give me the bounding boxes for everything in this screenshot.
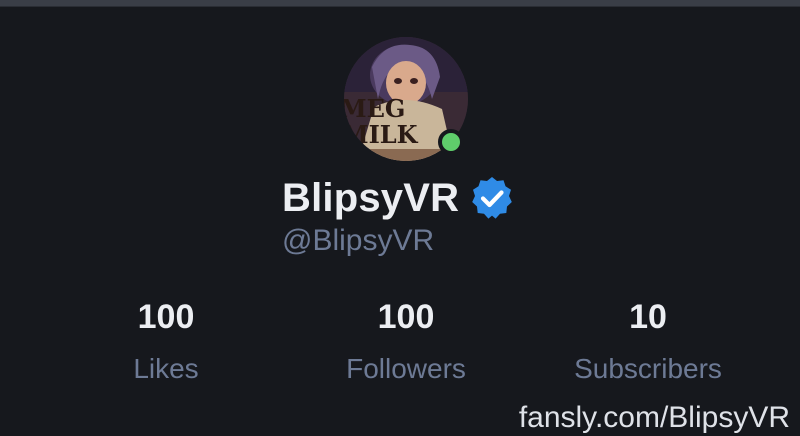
avatar-text-bottom: MILK	[344, 120, 419, 149]
subscribers-count: 10	[629, 298, 667, 336]
profile-handle[interactable]: @BlipsyVR	[282, 224, 434, 258]
likes-label: Likes	[133, 353, 199, 384]
followers-count: 100	[377, 298, 435, 336]
verified-badge-icon	[469, 175, 515, 221]
subscribers-label: Subscribers	[574, 353, 722, 384]
display-name: BlipsyVR	[282, 175, 460, 220]
profile-avatar-container[interactable]: MEG MILK	[344, 37, 468, 161]
stat-likes[interactable]: 100 Likes	[66, 296, 266, 386]
online-status-indicator	[438, 129, 464, 155]
watermark-url: fansly.com/BlipsyVR	[518, 401, 790, 434]
stat-subscribers[interactable]: 10 Subscribers	[548, 296, 748, 386]
avatar-text-top: MEG	[344, 94, 405, 123]
stat-followers[interactable]: 100 Followers	[306, 296, 506, 386]
likes-count: 100	[137, 298, 195, 336]
followers-label: Followers	[346, 353, 466, 384]
profile-name-row: BlipsyVR	[282, 172, 515, 224]
top-divider	[0, 0, 800, 7]
